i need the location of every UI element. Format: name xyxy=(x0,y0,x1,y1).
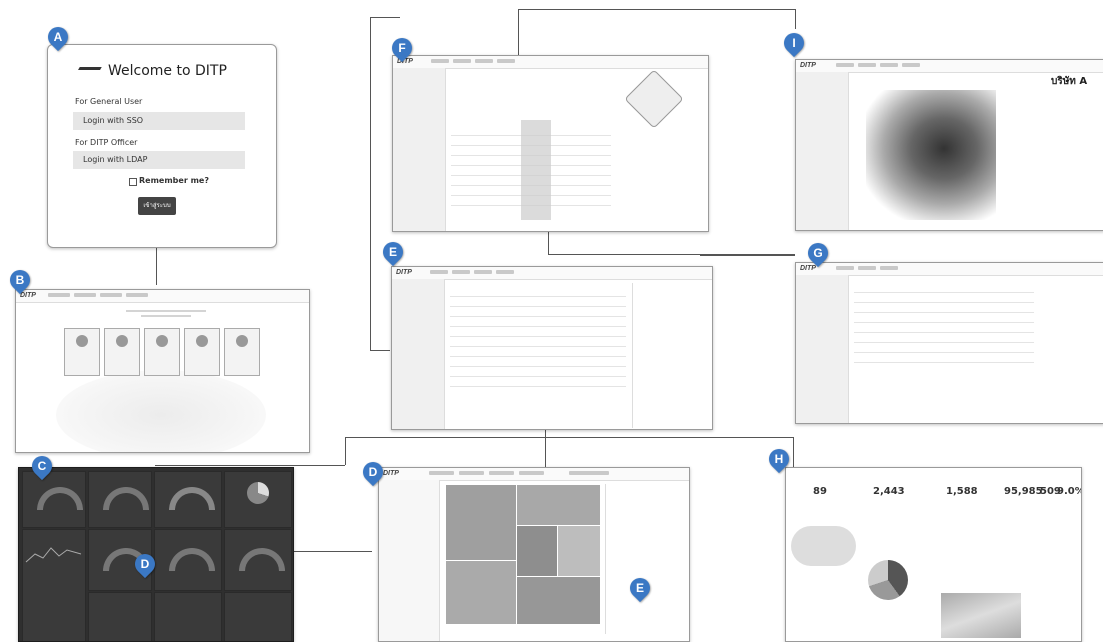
connector-f-i-v2 xyxy=(795,9,796,29)
kpi-value-5: 9.0% xyxy=(1057,486,1082,497)
badge-c: C xyxy=(27,451,57,481)
product-sidebar xyxy=(796,275,849,423)
lower-tile-2 xyxy=(154,592,222,641)
badge-g: G xyxy=(803,238,833,268)
company-name: บริษัท A xyxy=(1051,76,1088,87)
login-panel: Welcome to DITP For General User Login w… xyxy=(47,44,277,248)
connector-f-g xyxy=(548,230,549,254)
gauge-tile-2 xyxy=(88,471,152,528)
search-detail-panel xyxy=(632,283,709,428)
gauge-tile-3 xyxy=(154,471,222,528)
line-tile xyxy=(22,529,86,641)
connector-f-e xyxy=(370,17,371,350)
logo-icon xyxy=(72,67,102,80)
connector-e-h xyxy=(545,437,793,438)
badge-e-inner: E xyxy=(625,573,655,603)
connector-f-e-bottom xyxy=(370,350,390,351)
landing-panel: DITP xyxy=(15,289,310,453)
submit-button[interactable]: เข้าสู่ระบบ xyxy=(138,197,176,215)
product-list-panel: DITP xyxy=(795,262,1103,424)
badge-a: A xyxy=(43,22,73,52)
badge-h: H xyxy=(764,444,794,474)
module-card-1[interactable] xyxy=(64,328,100,376)
sso-button[interactable]: Login with SSO xyxy=(73,112,245,130)
highlight-column xyxy=(521,120,551,220)
badge-b: B xyxy=(5,265,35,295)
connector-c-e-v xyxy=(345,437,346,465)
connector-a-b xyxy=(156,245,157,285)
cluster-map-panel: DITP บริษัท A xyxy=(795,59,1103,231)
kpi-value-6: 89 xyxy=(813,486,827,497)
connector-c-e xyxy=(155,465,345,466)
pie-tile xyxy=(224,471,292,528)
connector-c-e-h2 xyxy=(345,437,545,438)
module-card-3[interactable] xyxy=(144,328,180,376)
ldap-button[interactable]: Login with LDAP xyxy=(73,151,245,169)
sankey-chart xyxy=(941,593,1021,638)
search-result-panel: DITP xyxy=(391,266,713,430)
lower-tile-1 xyxy=(88,592,152,641)
lower-tile-3 xyxy=(224,592,292,641)
gauge-tile-6 xyxy=(224,529,292,591)
donut-chart xyxy=(868,560,908,600)
kpi-dashboard-panel: 2,443 1,588 95,985 509 9.0% 89 xyxy=(785,467,1082,642)
connector-e-h-v xyxy=(793,437,794,467)
company-sidebar xyxy=(393,68,446,231)
search-sidebar xyxy=(392,279,445,429)
remember-checkbox[interactable] xyxy=(129,178,137,186)
company-detail-panel: DITP xyxy=(392,55,709,232)
treemap-chart xyxy=(445,484,601,625)
badge-i: I xyxy=(779,28,809,58)
login-title: Welcome to DITP xyxy=(108,63,227,79)
cluster-scatter xyxy=(866,90,996,220)
landing-logo: DITP xyxy=(20,292,36,299)
badge-d-inner: D xyxy=(130,549,160,579)
treemap-detail-panel xyxy=(605,484,686,634)
connector-f-e-top xyxy=(370,17,400,18)
gauge-tile-1 xyxy=(22,471,86,528)
dark-dashboard-panel: D xyxy=(18,467,294,642)
kpi-value-3: 95,985 xyxy=(1004,486,1043,497)
cluster-logo: DITP xyxy=(800,62,816,69)
badge-e: E xyxy=(378,237,408,267)
landing-topbar: DITP xyxy=(16,290,309,303)
badge-f: F xyxy=(387,33,417,63)
gauge-tile-5 xyxy=(154,529,222,591)
landing-globe xyxy=(56,370,266,452)
cluster-sidebar xyxy=(796,72,849,230)
connector-f-i-right xyxy=(700,255,795,256)
module-card-5[interactable] xyxy=(224,328,260,376)
search-logo: DITP xyxy=(396,269,412,276)
connector-f-i xyxy=(518,9,795,10)
general-user-label: For General User xyxy=(75,97,143,106)
treemap-logo: DITP xyxy=(383,470,399,477)
radar-chart xyxy=(624,69,684,129)
treemap-panel: DITP E xyxy=(378,467,690,642)
treemap-filter-sidebar xyxy=(379,480,440,641)
officer-label: For DITP Officer xyxy=(75,138,138,147)
remember-label: Remember me? xyxy=(139,176,209,185)
badge-d: D xyxy=(358,457,388,487)
module-card-2[interactable] xyxy=(104,328,140,376)
kpi-value-2: 1,588 xyxy=(946,486,978,497)
product-logo: DITP xyxy=(800,265,816,272)
world-map xyxy=(791,526,856,566)
kpi-value-1: 2,443 xyxy=(873,486,905,497)
module-card-4[interactable] xyxy=(184,328,220,376)
connector-c-d xyxy=(292,551,372,552)
